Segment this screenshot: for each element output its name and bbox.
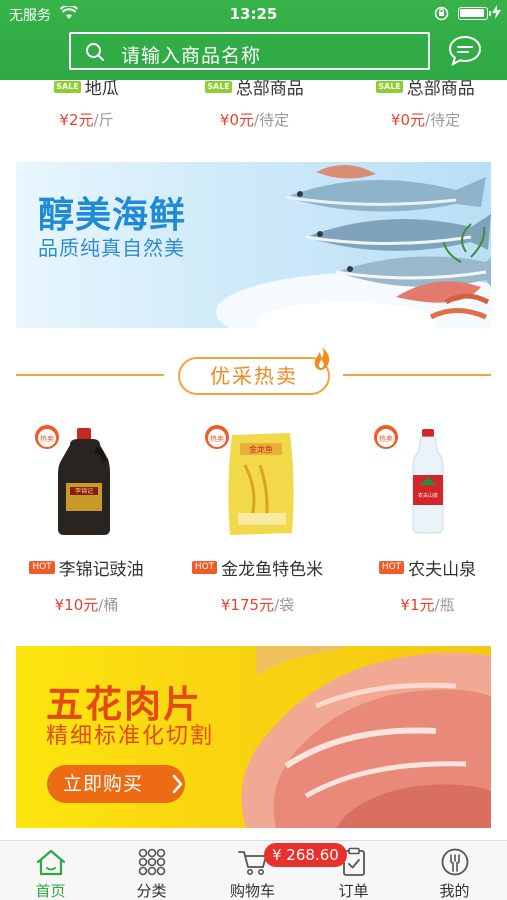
- home-screen: 无服务 13:25 请输入商品名称 SALE 地瓜 ¥2元/斤 SALE 总部商…: [0, 0, 507, 900]
- banner-subtitle: 品质纯真自然美: [38, 236, 185, 260]
- price-unit: /袋: [274, 596, 295, 614]
- divider-right: [343, 374, 491, 376]
- grid-icon: [138, 848, 166, 876]
- sale-tag: SALE: [205, 80, 232, 93]
- charging-icon: [492, 5, 501, 22]
- product-card[interactable]: SALE 地瓜 ¥2元/斤: [2, 74, 171, 130]
- product-name: 农夫山泉: [408, 560, 477, 580]
- product-row-hot: HOT 李锦记豉油 ¥10元/桶 HOT 金龙鱼特色米 ¥175元/袋 HOT …: [0, 555, 507, 615]
- price-amount: ¥2元: [59, 111, 94, 129]
- product-card[interactable]: HOT 农夫山泉 ¥1元/瓶: [343, 555, 507, 615]
- tab-label: 首页: [35, 882, 66, 900]
- price-unit: /桶: [98, 596, 119, 614]
- search-icon: [85, 42, 105, 66]
- banner-title: 醇美海鲜: [38, 195, 187, 236]
- product-card[interactable]: SALE 总部商品 ¥0元/待定: [341, 74, 507, 130]
- status-bar: 无服务 13:25: [0, 0, 507, 28]
- tab-profile[interactable]: 我的: [404, 841, 505, 900]
- sale-tag: SALE: [376, 80, 403, 93]
- product-price: ¥0元/待定: [170, 109, 339, 130]
- product-price: ¥2元/斤: [2, 109, 171, 130]
- product-row-top: SALE 地瓜 ¥2元/斤 SALE 总部商品 ¥0元/待定 SALE 总部商品…: [0, 74, 507, 134]
- tab-label: 订单: [338, 882, 369, 900]
- product-image-rice[interactable]: 热卖 金龙鱼: [170, 425, 339, 540]
- product-image-soy-sauce[interactable]: 热卖 李锦记: [0, 425, 169, 540]
- section-title: 优采热卖: [178, 357, 330, 395]
- search-placeholder: 请输入商品名称: [121, 45, 262, 67]
- buy-now-button[interactable]: 立即购买: [47, 765, 185, 803]
- svg-text:李锦记: 李锦记: [75, 487, 93, 495]
- svg-text:金龙鱼: 金龙鱼: [249, 444, 273, 454]
- message-button[interactable]: [447, 34, 483, 68]
- hot-tag: HOT: [191, 561, 218, 574]
- price-amount: ¥10元: [54, 596, 99, 614]
- tab-label: 我的: [439, 882, 470, 900]
- search-input[interactable]: 请输入商品名称: [69, 32, 430, 70]
- hot-badge-icon: 热卖: [374, 425, 398, 449]
- home-icon: [36, 849, 66, 876]
- pork-banner[interactable]: 五花肉片 精细标准化切割 立即购买: [16, 646, 491, 828]
- price-amount: ¥0元: [219, 111, 255, 129]
- tab-label: 购物车: [229, 882, 275, 900]
- product-price: ¥10元/桶: [2, 594, 171, 615]
- price-unit: /待定: [254, 111, 290, 129]
- product-name: 金龙鱼特色米: [221, 560, 324, 580]
- tab-label: 分类: [136, 882, 167, 900]
- hot-tag: HOT: [378, 561, 405, 574]
- price-unit: /待定: [425, 111, 461, 129]
- product-name: 李锦记豉油: [58, 560, 144, 580]
- product-price: ¥1元/瓶: [343, 594, 507, 615]
- product-card[interactable]: SALE 总部商品 ¥0元/待定: [170, 74, 339, 130]
- price-unit: /斤: [93, 111, 114, 129]
- flame-icon: [312, 345, 332, 375]
- bottom-tab-bar: 首页 分类 购物车 订单 我的: [0, 840, 507, 900]
- product-price: ¥0元/待定: [341, 109, 507, 130]
- svg-text:热卖: 热卖: [210, 434, 224, 443]
- product-price: ¥175元/袋: [173, 594, 342, 615]
- battery-icon: [458, 7, 491, 20]
- svg-text:热卖: 热卖: [40, 434, 54, 443]
- divider-left: [16, 374, 164, 376]
- buy-now-label: 立即购买: [63, 773, 144, 795]
- sale-tag: SALE: [54, 80, 81, 93]
- clock: 13:25: [229, 5, 278, 23]
- seafood-banner[interactable]: 醇美海鲜 品质纯真自然美: [16, 162, 491, 328]
- svg-text:热卖: 热卖: [379, 434, 393, 443]
- hot-badge-icon: 热卖: [205, 425, 229, 449]
- svg-text:农夫山泉: 农夫山泉: [418, 492, 438, 499]
- price-amount: ¥0元: [390, 111, 426, 129]
- hot-tag: HOT: [29, 561, 55, 574]
- banner-subtitle: 精细标准化切割: [46, 724, 215, 749]
- user-icon: [441, 848, 469, 876]
- rotation-lock-icon: [434, 6, 449, 25]
- app-header: 无服务 13:25 请输入商品名称: [0, 0, 507, 80]
- product-card[interactable]: HOT 金龙鱼特色米 ¥175元/袋: [173, 555, 342, 615]
- price-amount: ¥1元: [400, 596, 435, 614]
- section-header-hot: 优采热卖: [0, 346, 507, 398]
- product-card[interactable]: HOT 李锦记豉油 ¥10元/桶: [2, 555, 171, 615]
- chat-bubble-icon: [448, 35, 482, 66]
- price-unit: /瓶: [434, 596, 455, 614]
- product-image-water[interactable]: 热卖 农夫山泉: [339, 425, 507, 540]
- hot-badge-icon: 热卖: [35, 425, 59, 449]
- tab-home[interactable]: 首页: [0, 841, 101, 900]
- cart-total-badge: ¥ 268.60: [264, 843, 347, 867]
- tab-category[interactable]: 分类: [101, 841, 202, 900]
- price-amount: ¥175元: [220, 596, 275, 614]
